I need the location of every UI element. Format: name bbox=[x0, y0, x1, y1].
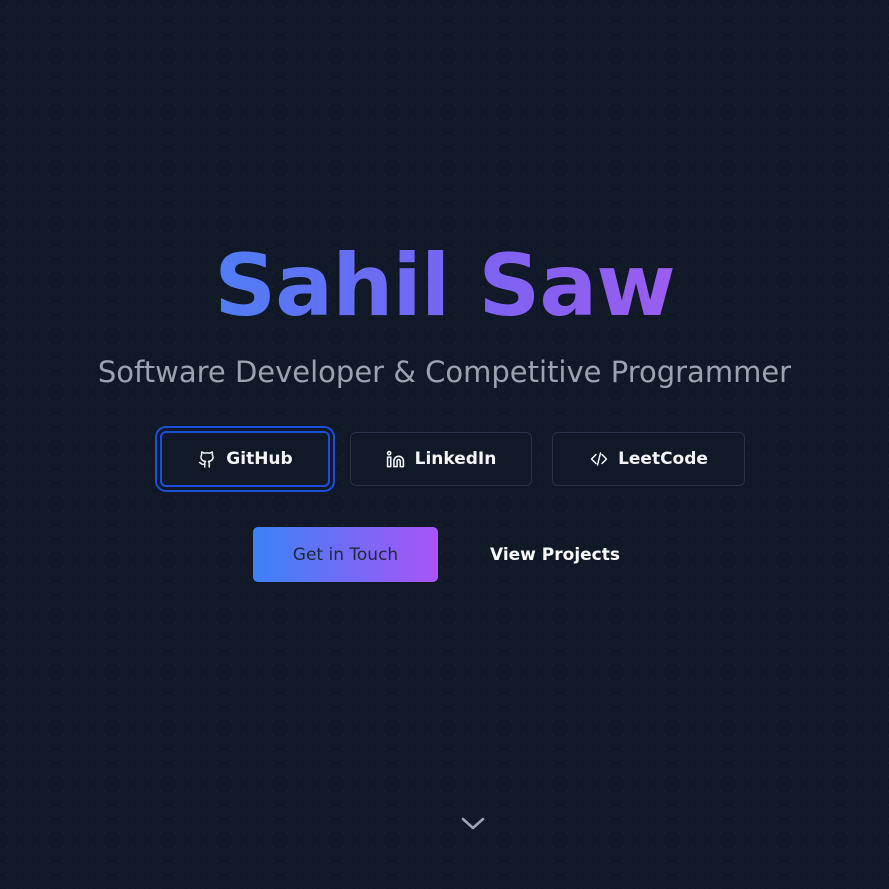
github-button[interactable]: GitHub bbox=[160, 431, 330, 487]
github-icon bbox=[197, 449, 217, 469]
leetcode-button[interactable]: LeetCode bbox=[552, 432, 745, 486]
chevron-down-icon bbox=[461, 817, 485, 830]
scroll-down-button[interactable] bbox=[458, 808, 488, 838]
hero-subtitle: Software Developer & Competitive Program… bbox=[97, 355, 792, 389]
code-icon bbox=[589, 449, 609, 469]
hero-section: Sahil Saw Software Developer & Competiti… bbox=[0, 0, 889, 889]
get-in-touch-button[interactable]: Get in Touch bbox=[253, 527, 438, 582]
linkedin-icon bbox=[386, 449, 406, 469]
github-label: GitHub bbox=[226, 449, 293, 469]
linkedin-label: LinkedIn bbox=[414, 449, 497, 469]
hero-name-text: Sahil Saw bbox=[214, 236, 676, 336]
view-projects-button[interactable]: View Projects bbox=[470, 527, 640, 582]
hero-name: Sahil Saw bbox=[0, 236, 889, 336]
leetcode-label: LeetCode bbox=[618, 449, 708, 469]
linkedin-button[interactable]: LinkedIn bbox=[350, 432, 532, 486]
